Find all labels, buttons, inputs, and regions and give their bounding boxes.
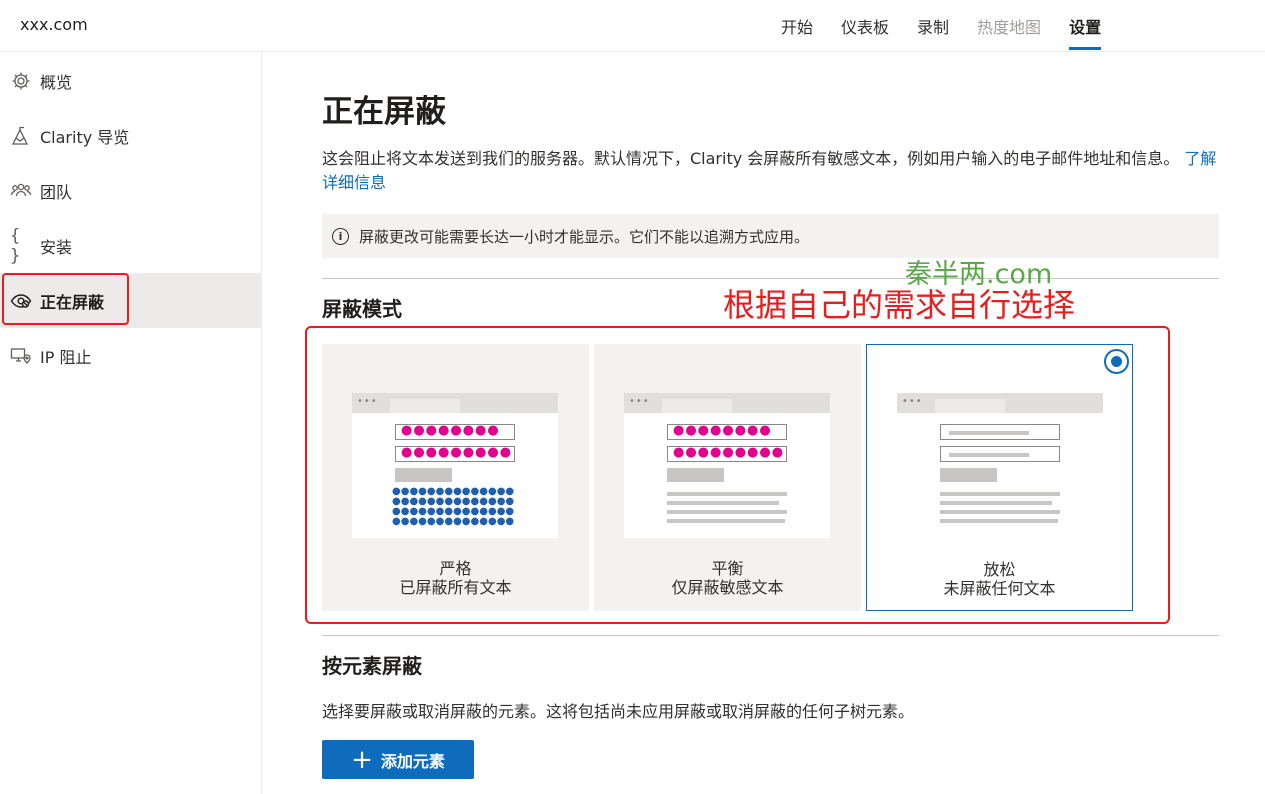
top-bar: xxx.com 开始 仪表板 录制 热度地图 设置 (0, 0, 1265, 52)
annotation-text: 根据自己的需求自行选择 (723, 286, 1076, 324)
plus-icon: + (351, 744, 373, 775)
sidebar-item-install[interactable]: { } 安装 (0, 218, 261, 273)
tab-recordings[interactable]: 录制 (917, 0, 949, 52)
page-description: 这会阻止将文本发送到我们的服务器。默认情况下，Clarity 会屏蔽所有敏感文本… (322, 147, 1220, 195)
divider (322, 635, 1219, 636)
top-nav: 开始 仪表板 录制 热度地图 设置 (781, 0, 1129, 52)
mode-title: 平衡 (711, 559, 744, 578)
divider (322, 278, 1219, 279)
sidebar-item-clarity-tour[interactable]: Clarity 导览 (0, 108, 261, 163)
element-masking-title: 按元素屏蔽 (322, 654, 422, 678)
description-text: 这会阻止将文本发送到我们的服务器。默认情况下，Clarity 会屏蔽所有敏感文本… (322, 149, 1180, 168)
mode-title: 严格 (439, 559, 472, 578)
sidebar-item-ip-block[interactable]: IP 阻止 (0, 328, 261, 383)
sidebar-item-team[interactable]: 团队 (0, 163, 261, 218)
sidebar-item-label: 团队 (40, 182, 73, 202)
ip-block-icon (10, 345, 32, 367)
sidebar-item-label: 安装 (40, 237, 73, 257)
add-element-button[interactable]: + 添加元素 (322, 740, 474, 779)
mode-subtitle: 已屏蔽所有文本 (399, 578, 512, 597)
sidebar: 概览 Clarity 导览 团队 { } 安装 正在屏蔽 IP 阻止 (0, 52, 262, 794)
sidebar-item-overview[interactable]: 概览 (0, 53, 261, 108)
tab-heatmaps[interactable]: 热度地图 (977, 0, 1041, 52)
project-name[interactable]: xxx.com (20, 15, 88, 34)
tab-settings[interactable]: 设置 (1069, 0, 1102, 52)
add-element-label: 添加元素 (380, 751, 445, 771)
mode-card-balanced[interactable]: ••• ●●●●●●●● ●●●●●●●●● 平衡 仅屏蔽敏感文本 (594, 344, 861, 611)
braces-icon: { } (10, 225, 21, 266)
mountain-icon (10, 125, 32, 147)
sidebar-item-label: IP 阻止 (40, 347, 92, 367)
sidebar-annotation-box (2, 273, 129, 325)
sidebar-item-label: Clarity 导览 (40, 127, 130, 147)
mode-subtitle: 仅屏蔽敏感文本 (671, 578, 784, 597)
page-title: 正在屏蔽 (322, 94, 446, 130)
info-message-text: 屏蔽更改可能需要长达一小时才能显示。它们不能以追溯方式应用。 (359, 227, 810, 246)
info-icon: i (332, 227, 349, 245)
selected-radio[interactable] (1104, 349, 1129, 374)
mode-title: 放松 (983, 560, 1016, 579)
masking-mode-title: 屏蔽模式 (322, 297, 402, 321)
mode-card-relaxed[interactable]: ••• 放松 未屏蔽任何文本 (866, 344, 1133, 611)
relaxed-mode-illustration: ••• (897, 393, 1103, 538)
mode-card-strict[interactable]: ••• ●●●●●●●● ●●●●●●●●● ●●●●●●●●●●●●●● ●●●… (322, 344, 589, 611)
mode-subtitle: 未屏蔽任何文本 (943, 579, 1056, 598)
people-icon (10, 180, 32, 202)
info-message-bar: i 屏蔽更改可能需要长达一小时才能显示。它们不能以追溯方式应用。 (322, 214, 1219, 258)
tab-dashboard[interactable]: 仪表板 (841, 0, 889, 52)
app-root: xxx.com 开始 仪表板 录制 热度地图 设置 概览 Clarity 导览 … (0, 0, 1265, 794)
balanced-mode-illustration: ••• ●●●●●●●● ●●●●●●●●● (624, 393, 830, 538)
tab-start[interactable]: 开始 (781, 0, 813, 52)
element-masking-description: 选择要屏蔽或取消屏蔽的元素。这将包括尚未应用屏蔽或取消屏蔽的任何子树元素。 (322, 702, 915, 721)
gear-icon (10, 70, 32, 92)
strict-mode-illustration: ••• ●●●●●●●● ●●●●●●●●● ●●●●●●●●●●●●●● ●●●… (352, 393, 558, 538)
sidebar-item-label: 概览 (40, 72, 73, 92)
masking-mode-options: ••• ●●●●●●●● ●●●●●●●●● ●●●●●●●●●●●●●● ●●●… (322, 344, 1133, 611)
